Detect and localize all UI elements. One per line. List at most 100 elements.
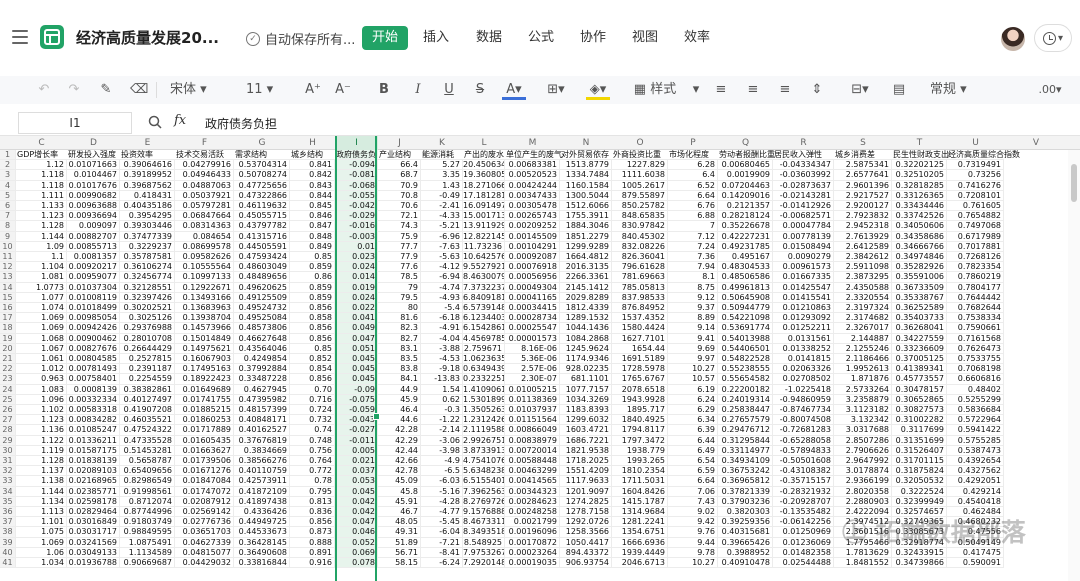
table-cell[interactable]: 0.037: [335, 466, 378, 477]
table-cell[interactable]: 0.00920217: [67, 262, 120, 273]
cell-style-button[interactable]: ▦ 样式: [630, 80, 680, 100]
table-cell[interactable]: 0.40910478: [718, 558, 773, 569]
table-cell[interactable]: 0.74: [290, 425, 335, 436]
table-cell[interactable]: 2.6577641: [834, 170, 892, 181]
table-cell[interactable]: 0.03651703: [175, 527, 234, 538]
table-cell[interactable]: 0.4249854: [234, 354, 290, 365]
table-cell[interactable]: 0.849: [290, 241, 335, 252]
undo-icon[interactable]: ↶: [36, 80, 52, 100]
table-cell[interactable]: 0.70: [290, 384, 335, 395]
table-cell[interactable]: 906.93754: [560, 558, 612, 569]
table-cell[interactable]: -2.41: [421, 201, 463, 212]
table-cell[interactable]: 0.01250969: [773, 527, 834, 538]
table-cell[interactable]: 8.75: [668, 282, 718, 293]
table-cell[interactable]: 0.01037937: [505, 405, 560, 416]
row-number[interactable]: 36: [0, 507, 16, 518]
table-cell[interactable]: 46.7: [378, 507, 421, 518]
table-cell[interactable]: -0.043: [335, 415, 378, 426]
table-cell[interactable]: 0.36268041: [892, 323, 947, 334]
table-cell[interactable]: 1.128: [16, 221, 67, 232]
table-cell[interactable]: 0.04887063: [175, 180, 234, 191]
table-cell[interactable]: 0.019: [335, 282, 378, 293]
table-cell[interactable]: 0.856: [290, 303, 335, 314]
table-cell[interactable]: 6.1234403: [463, 313, 505, 324]
table-cell[interactable]: 0.78: [290, 476, 335, 487]
table-cell[interactable]: 1884.3046: [560, 221, 612, 232]
table-cell[interactable]: 0.63494396: [463, 364, 505, 375]
table-cell[interactable]: 0.30827573: [892, 405, 947, 416]
table-cell[interactable]: 0.590091: [947, 558, 1004, 569]
table-cell[interactable]: 0.36733509: [892, 282, 947, 293]
table-cell[interactable]: 0.7208101: [947, 190, 1004, 201]
table-cell[interactable]: 6.1542861: [463, 323, 505, 334]
table-cell[interactable]: 0.37992884: [234, 364, 290, 375]
table-cell[interactable]: -0.059: [335, 405, 378, 416]
table-cell[interactable]: 0.24019314: [718, 394, 773, 405]
table-cell[interactable]: 2.9452318: [834, 221, 892, 232]
table-cell[interactable]: 1895.717: [612, 405, 668, 416]
table-cell[interactable]: -4.9: [421, 456, 463, 467]
table-cell[interactable]: 0.7017881: [947, 241, 1004, 252]
table-cell[interactable]: 9.12: [668, 292, 718, 303]
table-cell[interactable]: 1111.6038: [612, 170, 668, 181]
table-cell[interactable]: 0.00092087: [505, 252, 560, 263]
row-number[interactable]: 35: [0, 496, 16, 507]
table-cell[interactable]: 9.37: [668, 303, 718, 314]
table-cell[interactable]: 3.0178874: [834, 466, 892, 477]
table-cell[interactable]: 1.138: [16, 476, 67, 487]
table-cell[interactable]: 0.049: [335, 323, 378, 334]
table-cell[interactable]: 1.119: [16, 445, 67, 456]
table-cell[interactable]: 0.46035521: [120, 415, 175, 426]
table-cell[interactable]: 840.45302: [612, 231, 668, 242]
table-cell[interactable]: 0.34974846: [892, 252, 947, 263]
table-cell[interactable]: 2.1119588: [463, 425, 505, 436]
column-header[interactable]: C: [16, 136, 67, 150]
table-cell[interactable]: 0.49961813: [718, 282, 773, 293]
table-cell[interactable]: 0.39064616: [120, 160, 175, 171]
tab-data[interactable]: 数据: [476, 26, 502, 50]
table-cell[interactable]: 2.9200127: [834, 201, 892, 212]
table-cell[interactable]: -6.03: [421, 476, 463, 487]
table-cell[interactable]: -7.21: [421, 537, 463, 548]
table-cell[interactable]: 1513.8779: [560, 160, 612, 171]
table-cell[interactable]: 1.101: [16, 517, 67, 528]
table-cell[interactable]: 0.41389341: [892, 364, 947, 375]
table-cell[interactable]: 0.042: [335, 507, 378, 518]
table-cell[interactable]: 0.01936788: [67, 558, 120, 569]
column-title-cell[interactable]: 居民收入弹性: [773, 150, 834, 161]
table-cell[interactable]: 6.4: [668, 170, 718, 181]
table-cell[interactable]: -6.18: [421, 313, 463, 324]
column-header[interactable]: S: [834, 136, 892, 150]
table-cell[interactable]: -0.28321932: [773, 486, 834, 497]
table-cell[interactable]: 0.32456774: [120, 272, 175, 283]
table-cell[interactable]: 0.0104467: [67, 170, 120, 181]
table-cell[interactable]: 9.14: [668, 323, 718, 334]
table-cell[interactable]: 1.09: [16, 241, 67, 252]
tab-collaborate[interactable]: 协作: [580, 26, 606, 50]
table-cell[interactable]: 45.8: [378, 486, 421, 497]
table-cell[interactable]: 58.15: [378, 558, 421, 569]
table-cell[interactable]: 42.29: [378, 435, 421, 446]
table-cell[interactable]: 894.43372: [560, 547, 612, 558]
tab-view[interactable]: 视图: [632, 26, 658, 50]
table-cell[interactable]: 0.0141815: [773, 354, 834, 365]
table-cell[interactable]: 2.3320554: [834, 292, 892, 303]
table-cell[interactable]: -0.068: [335, 180, 378, 191]
table-cell[interactable]: 0.35787581: [120, 252, 175, 263]
row-number[interactable]: 18: [0, 323, 16, 334]
table-cell[interactable]: 3.35: [421, 170, 463, 181]
table-cell[interactable]: 1943.9928: [612, 394, 668, 405]
column-header[interactable]: R: [773, 136, 834, 150]
table-cell[interactable]: 0.48603049: [234, 262, 290, 273]
column-title-cell[interactable]: 城乡结构: [290, 150, 335, 161]
table-cell[interactable]: 0.4627945: [234, 384, 290, 395]
table-cell[interactable]: 3.132342: [834, 415, 892, 426]
table-cell[interactable]: 1117.9633: [560, 476, 612, 487]
table-cell[interactable]: -13.83: [421, 374, 463, 385]
table-cell[interactable]: 1.102: [16, 405, 67, 416]
table-cell[interactable]: 0.87744996: [120, 507, 175, 518]
table-cell[interactable]: 1.0623635: [463, 354, 505, 365]
table-cell[interactable]: 0.36428145: [234, 537, 290, 548]
table-cell[interactable]: 1415.1787: [612, 496, 668, 507]
table-cell[interactable]: -6.24: [421, 558, 463, 569]
